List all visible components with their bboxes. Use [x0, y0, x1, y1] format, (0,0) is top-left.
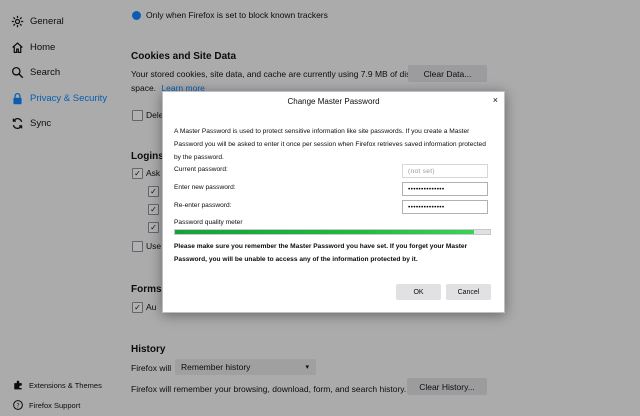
reenter-password-label: Re-enter password:	[174, 202, 232, 209]
close-icon[interactable]: ×	[493, 95, 498, 105]
current-password-field: (not set)	[402, 164, 488, 178]
new-password-field[interactable]: ••••••••••••••	[402, 182, 488, 196]
new-password-label: Enter new password:	[174, 184, 236, 191]
cancel-button[interactable]: Cancel	[446, 284, 491, 300]
ok-button[interactable]: OK	[396, 284, 441, 300]
dialog-warning: Please make sure you remember the Master…	[174, 243, 468, 263]
dialog-title: Change Master Password	[287, 97, 380, 106]
dialog-description: A Master Password is used to protect sen…	[174, 128, 486, 161]
current-password-label: Current password:	[174, 166, 228, 173]
password-quality-meter	[174, 229, 491, 235]
change-master-password-dialog: Change Master Password × A Master Passwo…	[162, 91, 505, 313]
quality-meter-label: Password quality meter	[174, 219, 243, 226]
reenter-password-field[interactable]: ••••••••••••••	[402, 200, 488, 214]
password-quality-meter-fill	[175, 230, 475, 234]
